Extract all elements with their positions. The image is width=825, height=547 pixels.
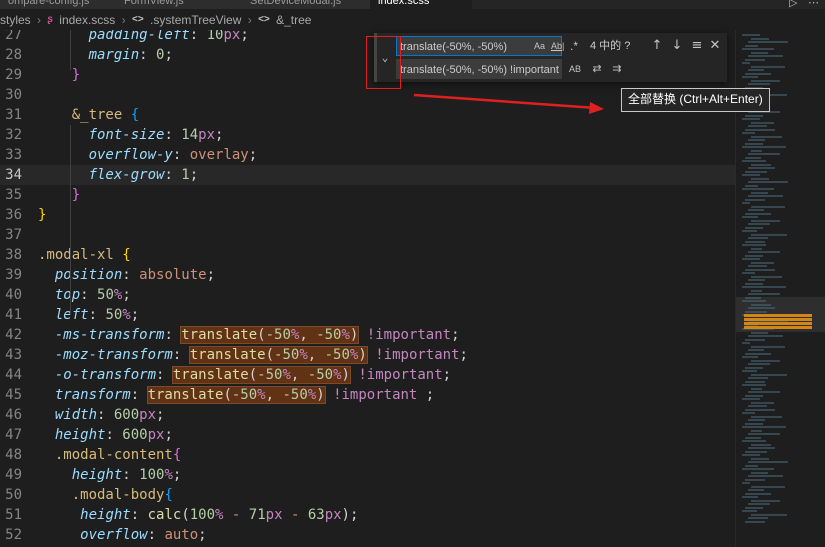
- replace-all-tooltip: 全部替换 (Ctrl+Alt+Enter): [621, 88, 770, 112]
- annotation-arrow: [413, 93, 604, 114]
